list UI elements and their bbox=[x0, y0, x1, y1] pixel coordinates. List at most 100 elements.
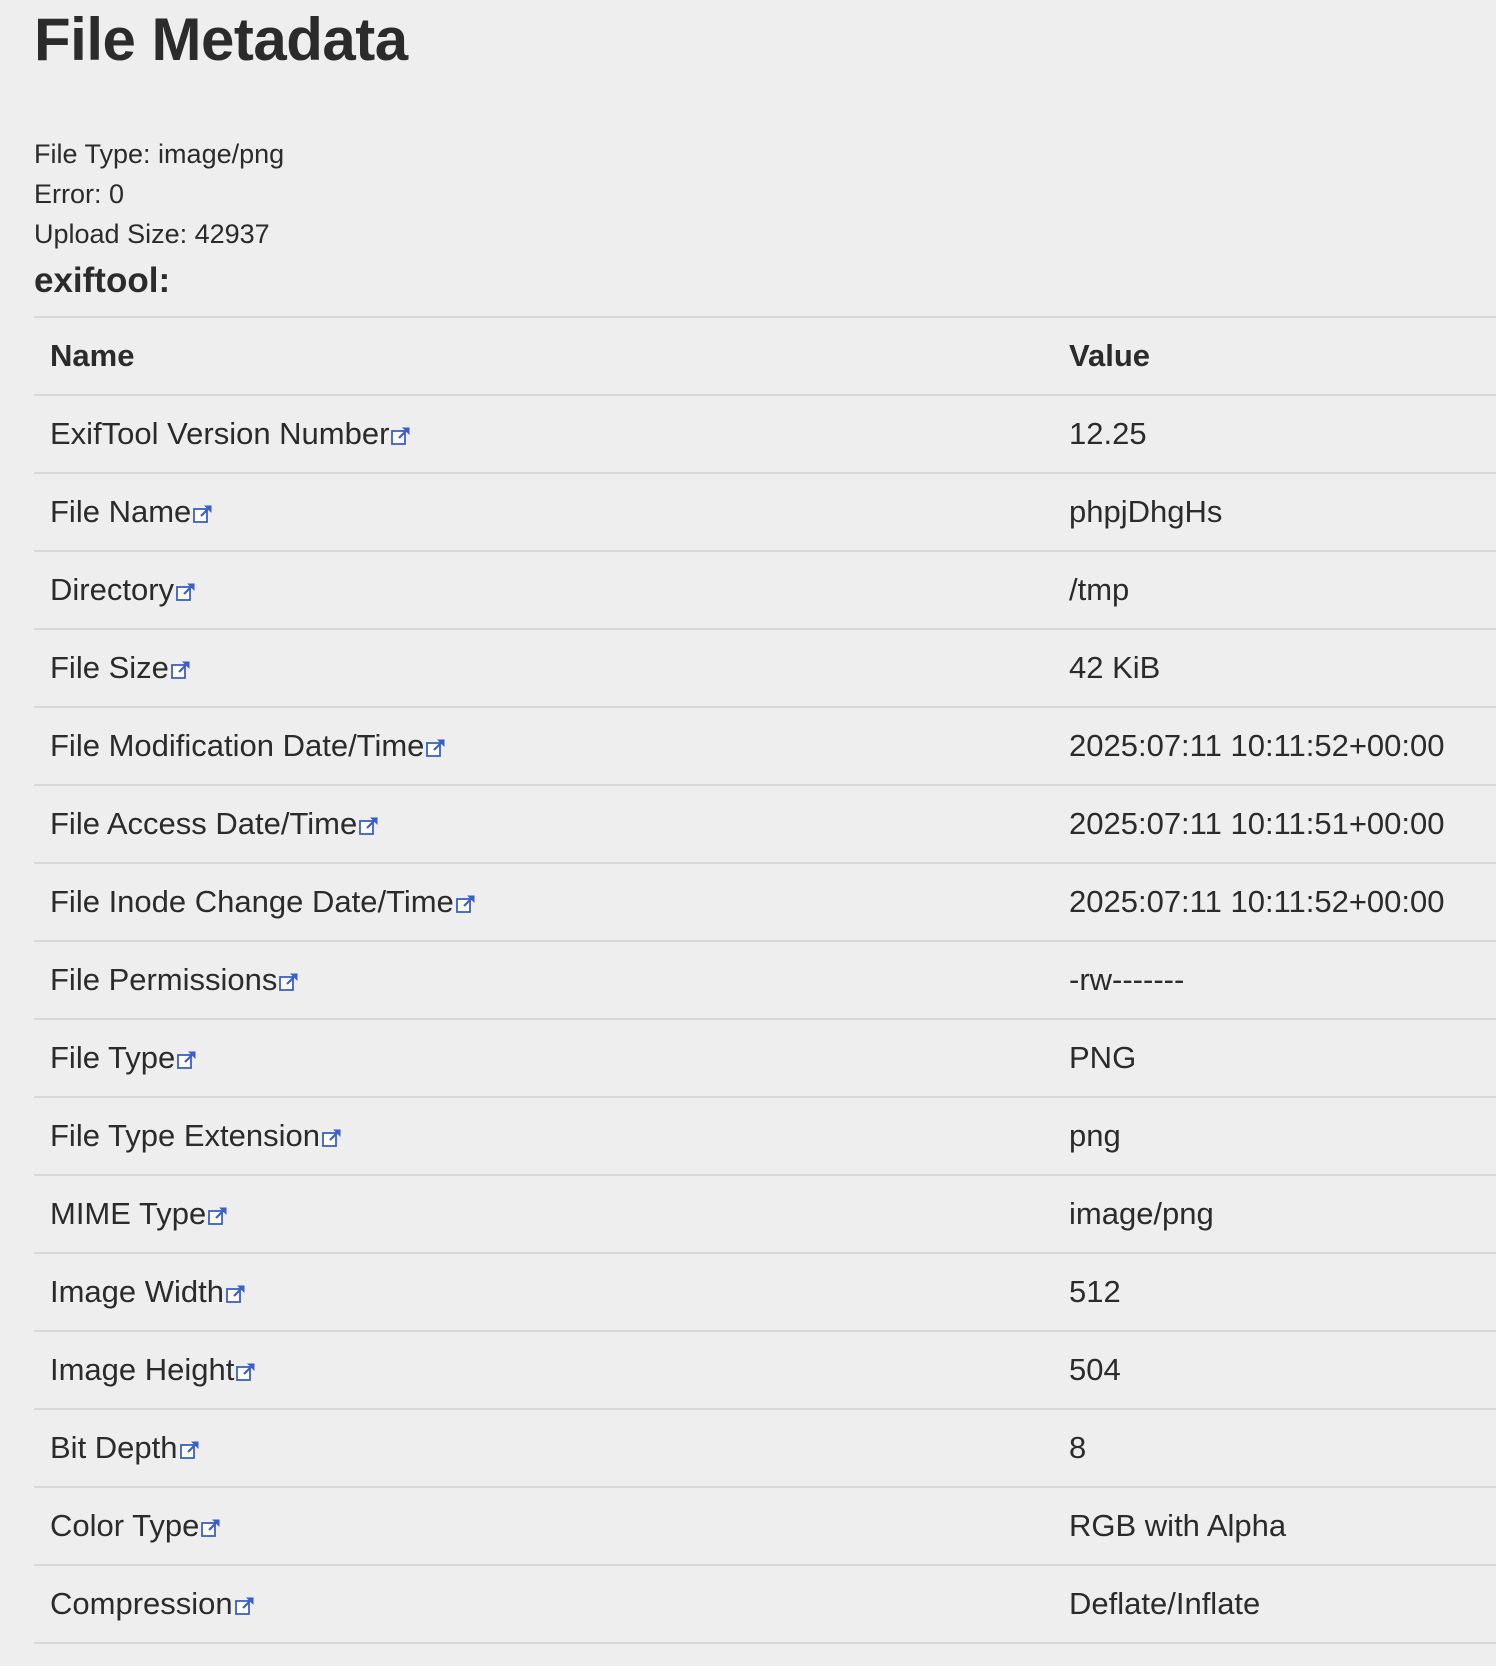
metadata-name: File Type bbox=[50, 1040, 176, 1075]
external-link-icon[interactable] bbox=[234, 1595, 256, 1617]
table-row: Image Width 512 bbox=[34, 1252, 1496, 1331]
table-row: File Type PNG bbox=[34, 1018, 1496, 1097]
table-row: MIME Type image/png bbox=[34, 1174, 1496, 1253]
page-title: File Metadata bbox=[34, 6, 408, 73]
metadata-name-cell: Color Type bbox=[34, 1486, 1053, 1565]
metadata-name-cell: File Permissions bbox=[34, 940, 1053, 1019]
table-row: File Inode Change Date/Time 2025:07:11 1… bbox=[34, 862, 1496, 941]
metadata-name-cell: File Access Date/Time bbox=[34, 784, 1053, 863]
metadata-value-cell: image/png bbox=[1053, 1174, 1496, 1253]
table-row: Color Type RGB with Alpha bbox=[34, 1486, 1496, 1565]
metadata-value: RGB with Alpha bbox=[1069, 1508, 1287, 1543]
metadata-name: Color Type bbox=[50, 1508, 200, 1543]
metadata-table-body: ExifTool Version Number 12.25 File Name … bbox=[34, 394, 1496, 1644]
external-link-icon[interactable] bbox=[235, 1361, 257, 1383]
metadata-value-cell: 2025:07:11 10:11:52+00:00 bbox=[1053, 862, 1496, 941]
metadata-name: File Name bbox=[50, 494, 192, 529]
external-link-icon[interactable] bbox=[175, 581, 197, 603]
page-container: File Metadata File Type: image/png Error… bbox=[0, 0, 1496, 1644]
upload-info: File Type: image/png Error: 0 Upload Siz… bbox=[34, 134, 1496, 254]
metadata-name: Compression bbox=[50, 1586, 233, 1621]
exiftool-heading: exiftool: bbox=[34, 261, 171, 300]
metadata-name: File Inode Change Date/Time bbox=[50, 884, 454, 919]
metadata-name: File Type Extension bbox=[50, 1118, 320, 1153]
metadata-name: Image Width bbox=[50, 1274, 225, 1309]
metadata-value: -rw------- bbox=[1069, 962, 1185, 997]
metadata-value: 504 bbox=[1069, 1352, 1121, 1387]
metadata-value: /tmp bbox=[1069, 572, 1130, 607]
metadata-value: image/png bbox=[1069, 1196, 1214, 1231]
external-link-icon[interactable] bbox=[179, 1439, 201, 1461]
metadata-value: 12.25 bbox=[1069, 416, 1147, 451]
table-row: Bit Depth 8 bbox=[34, 1408, 1496, 1487]
upload-error: Error: 0 bbox=[34, 179, 125, 209]
metadata-value: PNG bbox=[1069, 1040, 1137, 1075]
metadata-name-cell: Compression bbox=[34, 1564, 1053, 1644]
metadata-value: png bbox=[1069, 1118, 1121, 1153]
metadata-name: Image Height bbox=[50, 1352, 235, 1387]
external-link-icon[interactable] bbox=[192, 503, 214, 525]
table-row: File Type Extension png bbox=[34, 1096, 1496, 1175]
external-link-icon[interactable] bbox=[321, 1127, 343, 1149]
metadata-name-cell: File Modification Date/Time bbox=[34, 706, 1053, 785]
metadata-value-cell: PNG bbox=[1053, 1018, 1496, 1097]
metadata-value-cell: 504 bbox=[1053, 1330, 1496, 1409]
metadata-name: ExifTool Version Number bbox=[50, 416, 390, 451]
metadata-value-cell: 2025:07:11 10:11:52+00:00 bbox=[1053, 706, 1496, 785]
column-header-value: Value bbox=[1053, 316, 1496, 395]
metadata-name-cell: Directory bbox=[34, 550, 1053, 629]
upload-file-type: File Type: image/png bbox=[34, 139, 285, 169]
metadata-name-cell: ExifTool Version Number bbox=[34, 394, 1053, 473]
table-row: ExifTool Version Number 12.25 bbox=[34, 394, 1496, 473]
metadata-value-cell: 42 KiB bbox=[1053, 628, 1496, 707]
metadata-value: Deflate/Inflate bbox=[1069, 1586, 1261, 1621]
metadata-value: phpjDhgHs bbox=[1069, 494, 1223, 529]
metadata-name-cell: File Size bbox=[34, 628, 1053, 707]
metadata-value: 2025:07:11 10:11:51+00:00 bbox=[1069, 806, 1445, 841]
metadata-value: 512 bbox=[1069, 1274, 1121, 1309]
external-link-icon[interactable] bbox=[358, 815, 380, 837]
table-row: File Modification Date/Time 2025:07:11 1… bbox=[34, 706, 1496, 785]
metadata-name: Bit Depth bbox=[50, 1430, 178, 1465]
metadata-value-cell: 12.25 bbox=[1053, 394, 1496, 473]
table-row: File Size 42 KiB bbox=[34, 628, 1496, 707]
metadata-value-cell: 512 bbox=[1053, 1252, 1496, 1331]
metadata-name-cell: Image Width bbox=[34, 1252, 1053, 1331]
external-link-icon[interactable] bbox=[225, 1283, 247, 1305]
table-header-row: Name Value bbox=[34, 316, 1496, 395]
metadata-table: Name Value ExifTool Version Number 12.25… bbox=[34, 316, 1496, 1644]
metadata-name: File Permissions bbox=[50, 962, 278, 997]
metadata-value: 2025:07:11 10:11:52+00:00 bbox=[1069, 884, 1445, 919]
table-row: Compression Deflate/Inflate bbox=[34, 1564, 1496, 1644]
metadata-name-cell: File Type bbox=[34, 1018, 1053, 1097]
metadata-name: Directory bbox=[50, 572, 175, 607]
metadata-value-cell: RGB with Alpha bbox=[1053, 1486, 1496, 1565]
external-link-icon[interactable] bbox=[390, 425, 412, 447]
metadata-value: 42 KiB bbox=[1069, 650, 1161, 685]
external-link-icon[interactable] bbox=[207, 1205, 229, 1227]
metadata-name-cell: File Inode Change Date/Time bbox=[34, 862, 1053, 941]
external-link-icon[interactable] bbox=[170, 659, 192, 681]
metadata-value-cell: /tmp bbox=[1053, 550, 1496, 629]
metadata-value: 2025:07:11 10:11:52+00:00 bbox=[1069, 728, 1445, 763]
table-row: File Access Date/Time 2025:07:11 10:11:5… bbox=[34, 784, 1496, 863]
external-link-icon[interactable] bbox=[200, 1517, 222, 1539]
external-link-icon[interactable] bbox=[176, 1049, 198, 1071]
metadata-name-cell: File Type Extension bbox=[34, 1096, 1053, 1175]
external-link-icon[interactable] bbox=[455, 893, 477, 915]
metadata-name-cell: MIME Type bbox=[34, 1174, 1053, 1253]
metadata-value-cell: Deflate/Inflate bbox=[1053, 1564, 1496, 1644]
metadata-name-cell: Bit Depth bbox=[34, 1408, 1053, 1487]
table-row: File Permissions -rw------- bbox=[34, 940, 1496, 1019]
external-link-icon[interactable] bbox=[278, 971, 300, 993]
external-link-icon[interactable] bbox=[425, 737, 447, 759]
table-row: Image Height 504 bbox=[34, 1330, 1496, 1409]
metadata-name-cell: Image Height bbox=[34, 1330, 1053, 1409]
metadata-value-cell: 8 bbox=[1053, 1408, 1496, 1487]
table-row: Directory /tmp bbox=[34, 550, 1496, 629]
metadata-name: File Size bbox=[50, 650, 169, 685]
metadata-value-cell: 2025:07:11 10:11:51+00:00 bbox=[1053, 784, 1496, 863]
metadata-name: File Access Date/Time bbox=[50, 806, 358, 841]
metadata-name: File Modification Date/Time bbox=[50, 728, 425, 763]
metadata-value-cell: png bbox=[1053, 1096, 1496, 1175]
